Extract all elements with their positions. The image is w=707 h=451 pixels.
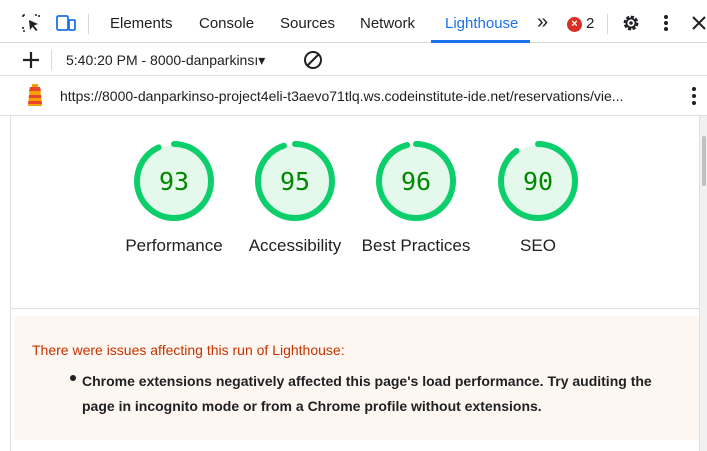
report-select-dropdown[interactable]: 5:40:20 PM - 8000-danparkinsı▾: [66, 43, 265, 76]
toolbar-divider: [88, 14, 89, 34]
error-count[interactable]: 2: [586, 0, 594, 43]
gauge-accessibility[interactable]: 95: [254, 140, 336, 222]
score-accessibility: 95: [279, 167, 311, 196]
warning-title: There were issues affecting this run of …: [32, 342, 345, 358]
tab-console[interactable]: Console: [199, 0, 254, 43]
more-options-icon[interactable]: [655, 12, 677, 34]
tab-sources[interactable]: Sources: [280, 0, 335, 43]
label-performance: Performance: [125, 236, 223, 255]
label-best-practices: Best Practices: [361, 236, 471, 255]
section-divider: [11, 308, 699, 309]
score-seo: 90: [522, 167, 554, 196]
close-devtools-icon[interactable]: [688, 12, 707, 34]
clear-reports-icon[interactable]: [302, 49, 324, 71]
more-tabs-button[interactable]: »: [537, 0, 548, 43]
tab-elements[interactable]: Elements: [110, 0, 173, 43]
bullet-icon: [70, 375, 76, 381]
report-url[interactable]: https://8000-danparkinso-project4eli-t3a…: [60, 76, 670, 116]
devtools-tabbar: Elements Console Sources Network Lightho…: [0, 0, 707, 43]
tab-network[interactable]: Network: [360, 0, 415, 43]
score-best-practices: 96: [400, 167, 432, 196]
lighthouse-logo-icon: [24, 84, 46, 106]
warning-item: Chrome extensions negatively affected th…: [82, 373, 652, 414]
report-scrollbar-thumb[interactable]: [702, 136, 706, 186]
settings-gear-icon[interactable]: [620, 12, 642, 34]
gauge-seo[interactable]: 90: [497, 140, 579, 222]
lighthouse-toolbar: 5:40:20 PM - 8000-danparkinsı▾: [0, 43, 707, 76]
run-warnings-box: There were issues affecting this run of …: [14, 316, 699, 440]
gauge-best-practices[interactable]: 96: [375, 140, 457, 222]
tab-lighthouse[interactable]: Lighthouse: [445, 0, 518, 43]
label-accessibility: Accessibility: [248, 236, 342, 255]
error-icon[interactable]: ×: [567, 17, 582, 32]
gauge-performance[interactable]: 93: [133, 140, 215, 222]
new-report-plus-icon[interactable]: [20, 49, 42, 71]
report-url-bar: https://8000-danparkinso-project4eli-t3a…: [0, 76, 707, 116]
report-menu-icon[interactable]: [683, 85, 705, 107]
device-toolbar-icon[interactable]: [55, 12, 77, 34]
label-seo: SEO: [520, 236, 556, 255]
inspect-element-icon[interactable]: [20, 12, 42, 34]
score-performance: 93: [158, 167, 190, 196]
toolbar-divider: [51, 50, 52, 70]
toolbar-divider: [607, 14, 608, 34]
